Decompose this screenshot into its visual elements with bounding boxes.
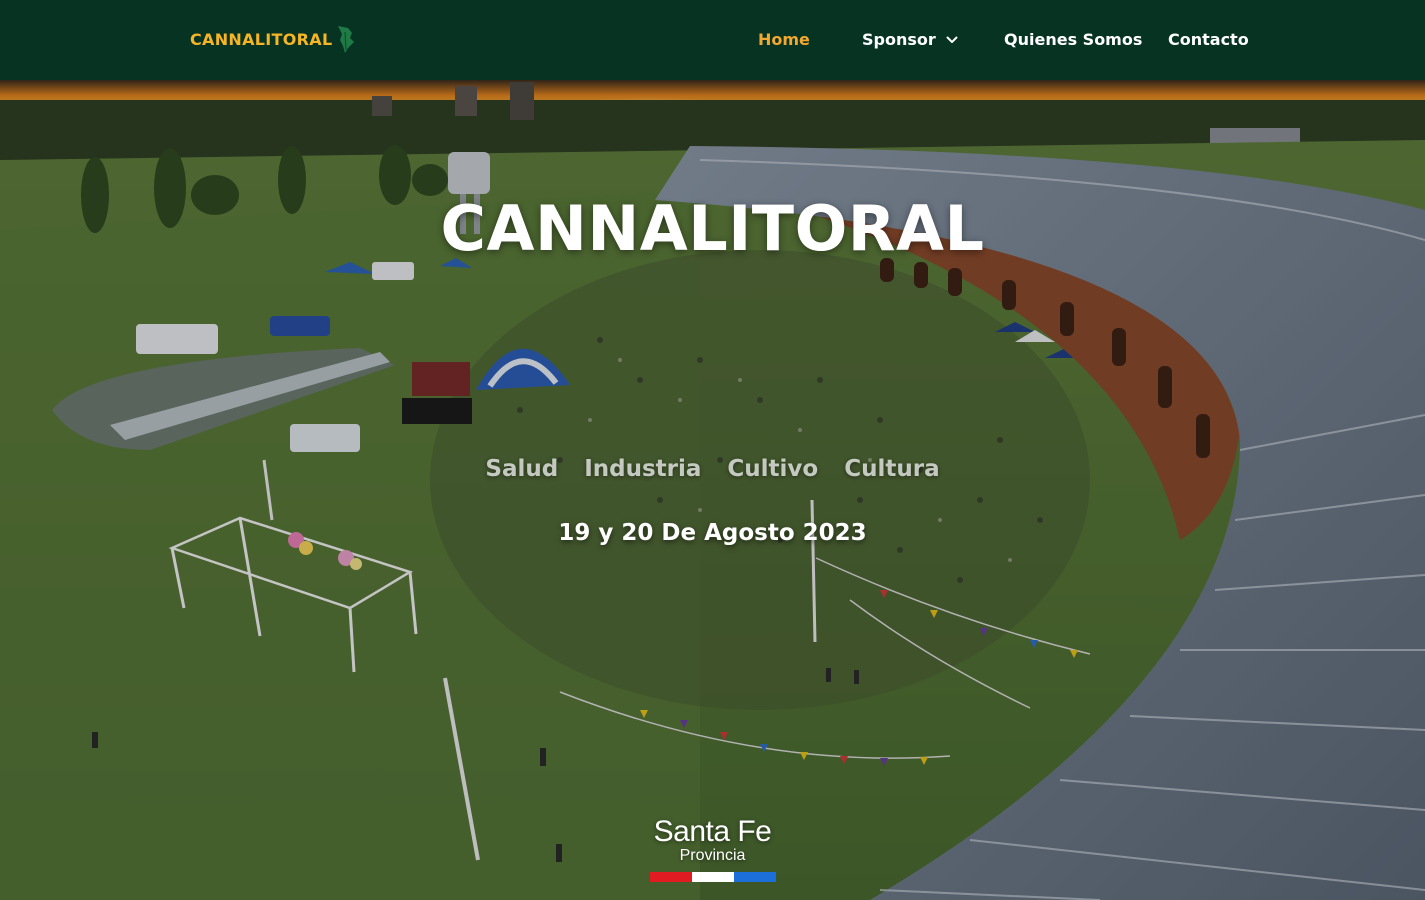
- hero-section: CANNALITORAL Salud Industria Cultivo Cul…: [0, 80, 1425, 900]
- hero-tag: Cultivo: [727, 456, 819, 482]
- hero-tag: Salud: [485, 456, 559, 482]
- nav-quienes-somos[interactable]: Quienes Somos: [1004, 30, 1142, 50]
- santa-fe-provincia-logo: Santa Fe Provincia: [640, 816, 785, 888]
- logo-text: CANNALITORAL: [190, 29, 333, 49]
- event-date: 19 y 20 De Agosto 2023: [558, 520, 867, 546]
- hero-tags: Salud Industria Cultivo Cultura: [0, 456, 1425, 482]
- hero-title: CANNALITORAL: [440, 192, 985, 265]
- sponsor-logo-name: Santa Fe: [653, 815, 772, 848]
- nav-sponsor[interactable]: Sponsor: [862, 30, 958, 50]
- site-header: CANNALITORAL Home Sponsor Quienes Somos …: [0, 0, 1425, 80]
- flag-stripe-icon: [640, 872, 785, 882]
- chevron-down-icon: [946, 36, 958, 43]
- site-logo[interactable]: CANNALITORAL: [190, 22, 358, 56]
- hero-tag: Industria: [584, 456, 702, 482]
- hero-tag: Cultura: [844, 456, 940, 482]
- leaf-icon: [338, 26, 355, 53]
- nav-sponsor-label: Sponsor: [862, 30, 936, 49]
- sponsor-logo-sub: Provincia: [679, 847, 746, 864]
- nav-contacto[interactable]: Contacto: [1168, 30, 1249, 50]
- nav-home[interactable]: Home: [758, 30, 810, 50]
